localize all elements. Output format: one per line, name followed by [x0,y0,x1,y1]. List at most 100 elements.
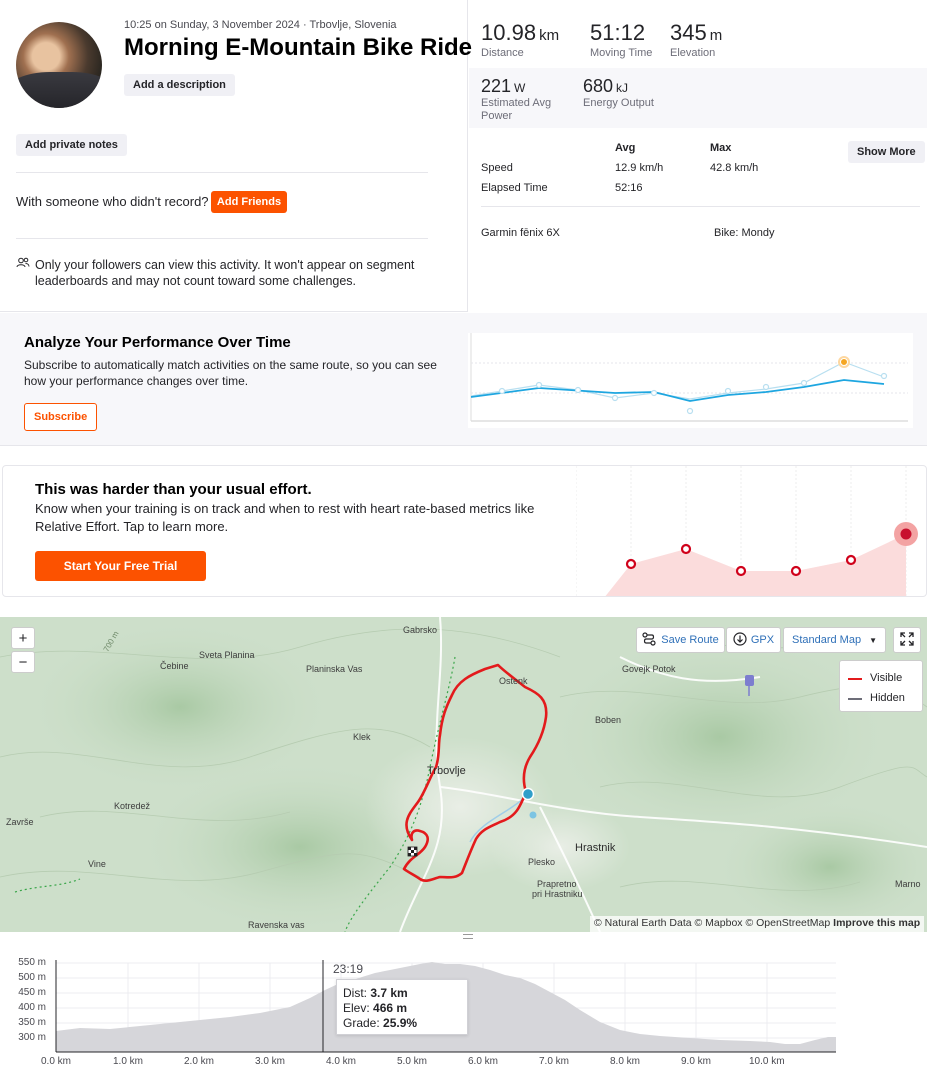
add-private-notes-button[interactable]: Add private notes [16,134,127,156]
x-tick: 3.0 km [255,1056,286,1067]
analyze-title: Analyze Your Performance Over Time [24,334,291,351]
trend-line [470,379,885,402]
x-tick: 1.0 km [113,1056,144,1067]
route-map[interactable]: Gabrsko Sveta Planina Čebine Planinska V… [0,617,927,932]
elevation-tooltip: Dist: 3.7 km Elev: 466 m Grade: 25.9% [336,979,468,1035]
legend-visible-swatch [848,678,862,680]
elapsed-label: Elapsed Time [481,182,548,194]
tooltip-grade: Grade: 25.9% [343,1016,461,1031]
place-label: Marno [895,879,921,889]
speed-label: Speed [481,162,513,174]
effort-area [605,534,906,596]
map-style-label: Standard Map [791,634,862,646]
analyze-body: Subscribe to automatically match activit… [24,358,437,388]
place-label: pri Hrastniku [532,889,583,899]
power-label: Estimated Avg Power [481,97,552,122]
y-tick: 450 m [18,987,46,998]
speed-avg: 12.9 km/h [615,162,664,174]
place-label: Boben [595,715,622,725]
y-tick: 350 m [18,1017,46,1028]
col-avg: Avg [615,142,636,154]
add-friends-button[interactable]: Add Friends [211,191,287,213]
bike-name[interactable]: Bike: Mondy [714,227,775,239]
y-tick: 500 m [18,972,46,983]
gpx-label: GPX [750,634,775,646]
map-attribution: © Natural Earth Data © Mapbox © OpenStre… [590,916,925,932]
elevation-stat: 345 m [670,20,722,46]
x-tick: 6.0 km [468,1056,499,1067]
show-more-button[interactable]: Show More [848,141,925,163]
elevation-value: 345 [670,20,707,45]
power-stat: 221 W [481,76,525,97]
harder-title: This was harder than your usual effort. [35,481,312,498]
athlete-avatar[interactable] [16,22,102,108]
distance-unit: km [539,27,560,44]
expand-icon [900,631,914,649]
elevation-label: Elevation [670,47,716,59]
y-tick: 550 m [18,957,46,968]
place-label: Govejk Potok [622,664,676,674]
divider [16,172,428,173]
y-tick: 300 m [18,1032,46,1043]
privacy-text: Only your followers can view this activi… [35,258,415,288]
energy-value: 680 [583,76,614,96]
with-someone-text: With someone who didn't record? [16,194,209,209]
grade-label: Grade: [343,1016,380,1030]
place-label: Vine [88,859,106,869]
followers-icon [16,257,30,289]
relative-effort-chart [576,466,918,596]
elevation-x-ticks: 0.0 km 1.0 km 2.0 km 3.0 km 4.0 km 5.0 k… [0,1056,927,1072]
zoom-in-button[interactable]: + [11,627,35,649]
place-label: Trbovlje [427,765,466,777]
place-label: Gabrsko [403,625,438,635]
current-point [840,358,848,366]
map-style-select[interactable]: Standard Map ▼ [783,627,886,653]
start-free-trial-button[interactable]: Start Your Free Trial [35,551,206,581]
place-label: Klek [353,732,371,742]
harder-body: Know when your training is on track and … [35,501,535,534]
place-label: Završe [6,817,34,827]
x-tick: 2.0 km [184,1056,215,1067]
place-label: Ravenska vas [248,920,305,930]
resize-handle[interactable] [463,934,473,939]
place-label: Hrastnik [575,842,616,854]
dist-label: Dist: [343,986,367,1000]
attribution-text[interactable]: © Natural Earth Data © Mapbox © OpenStre… [594,917,830,929]
relative-effort-card[interactable]: This was harder than your usual effort. … [2,465,927,597]
grade-value: 25.9% [383,1016,418,1030]
zoom-out-button[interactable]: − [11,651,35,673]
legend-visible-label: Visible [870,672,903,684]
gpx-download-button[interactable]: GPX [726,627,781,653]
energy-stat: 680 kJ [583,76,628,97]
place-label: Prapretno [537,879,577,889]
legend-hidden-swatch [848,698,862,700]
place-label: Sveta Planina [199,650,255,660]
x-tick: 5.0 km [397,1056,428,1067]
route-icon [642,631,656,649]
energy-unit: kJ [616,81,629,95]
moving-time-value: 51:12 [590,20,646,45]
distance-value: 10.98 [481,20,537,45]
subscribe-button[interactable]: Subscribe [24,403,98,431]
moving-time-label: Moving Time [590,47,653,59]
speed-max: 42.8 km/h [710,162,759,174]
performance-trend-chart [468,333,913,428]
fullscreen-button[interactable] [893,627,921,653]
finish-flag-icon [407,846,418,857]
download-icon [733,631,747,649]
stats-panel: 10.98 km Distance 51:12 Moving Time 345 m … [469,0,927,312]
location-marker [529,811,537,819]
distance-label: Distance [481,47,524,59]
power-value: 221 [481,76,512,96]
elevation-unit: m [709,27,723,44]
dist-value: 3.7 km [370,986,408,1000]
save-route-label: Save Route [661,634,719,646]
y-tick: 400 m [18,1002,46,1013]
add-description-button[interactable]: Add a description [124,74,235,96]
x-tick: 4.0 km [326,1056,357,1067]
save-route-button[interactable]: Save Route [636,627,725,653]
place-label: Kotredež [114,801,151,811]
elapsed-avg: 52:16 [615,182,643,194]
power-unit: W [514,81,526,95]
improve-map-link[interactable]: Improve this map [833,917,920,929]
